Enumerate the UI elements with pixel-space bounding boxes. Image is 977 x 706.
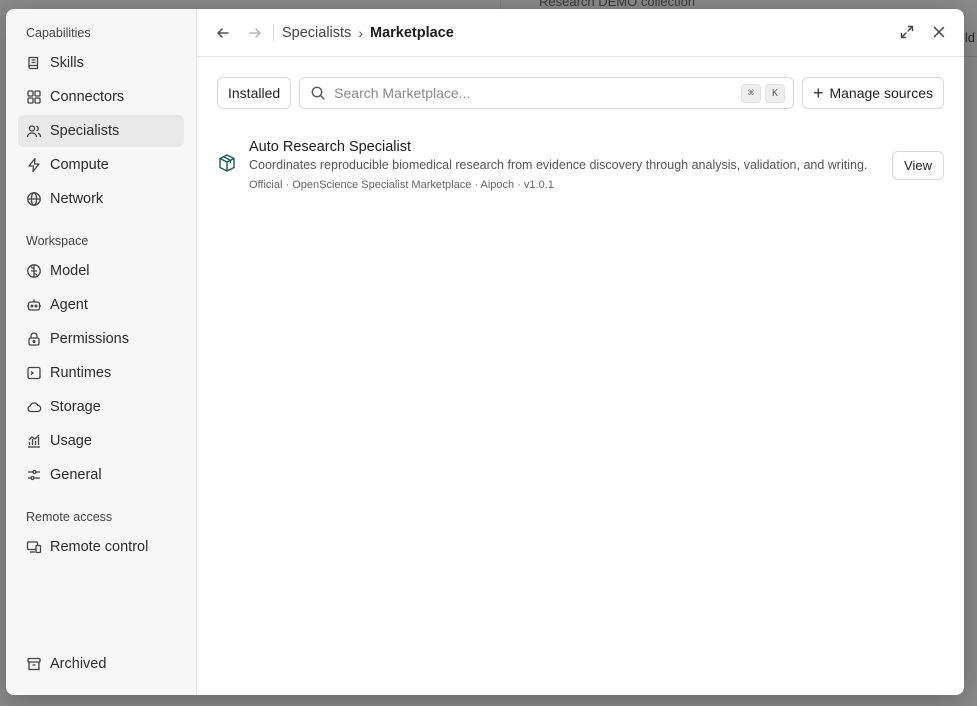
lock-icon (26, 331, 42, 347)
toolbar-divider (273, 24, 274, 41)
breadcrumb-separator: › (358, 24, 363, 41)
sidebar-item-archived[interactable]: Archived (18, 648, 184, 680)
marketplace-toolbar: Installed ⌘ K + Manage sources (217, 77, 944, 109)
grid-icon (26, 89, 42, 105)
sidebar-item-storage[interactable]: Storage (18, 391, 184, 423)
sidebar-item-label: Agent (50, 297, 88, 313)
arrow-left-icon (216, 27, 229, 38)
sidebar: Capabilities Skills Connectors Specialis… (6, 9, 197, 695)
background-text-right: ld (964, 30, 975, 45)
breadcrumb-marketplace: Marketplace (369, 24, 454, 41)
sidebar-item-permissions[interactable]: Permissions (18, 323, 184, 355)
sidebar-item-label: Runtimes (50, 365, 112, 381)
sidebar-item-label: Connectors (50, 89, 125, 105)
section-label-capabilities: Capabilities (26, 26, 91, 40)
sidebar-item-label: Compute (50, 157, 109, 173)
devices-icon (26, 539, 42, 555)
chart-icon (26, 433, 42, 449)
bolt-icon (26, 157, 42, 173)
forward-button[interactable] (243, 21, 267, 45)
section-label-remote-access: Remote access (26, 510, 113, 524)
view-button[interactable]: View (892, 151, 944, 180)
robot-icon (26, 297, 42, 313)
breadcrumb-specialists[interactable]: Specialists (282, 25, 351, 41)
expand-icon (900, 25, 914, 39)
background-text: Research DEMO collection (539, 0, 696, 9)
sidebar-item-label: Archived (50, 656, 107, 672)
sidebar-item-label: Skills (50, 55, 84, 71)
globe-icon (26, 191, 42, 207)
sidebar-item-label: General (50, 467, 102, 483)
sidebar-item-label: Network (50, 191, 104, 207)
kbd-k: K (764, 84, 785, 103)
breadcrumb: Specialists › Marketplace (282, 25, 454, 41)
keyboard-shortcut: ⌘ K (740, 84, 785, 103)
close-button[interactable] (928, 21, 950, 43)
arrow-right-icon (249, 27, 262, 38)
plus-icon: + (812, 83, 824, 103)
top-bar: Specialists › Marketplace (197, 9, 964, 57)
users-icon (26, 123, 42, 139)
close-icon (933, 26, 945, 38)
sidebar-item-remote-control[interactable]: Remote control (18, 531, 184, 563)
settings-modal: Capabilities Skills Connectors Specialis… (6, 9, 964, 695)
search-icon (311, 86, 325, 100)
package-icon (217, 153, 237, 173)
item-description: Coordinates reproducible biomedical rese… (249, 158, 868, 172)
sidebar-item-agent[interactable]: Agent (18, 289, 184, 321)
item-meta: Official · OpenScience Specialist Market… (249, 179, 554, 191)
sidebar-item-compute[interactable]: Compute (18, 149, 184, 181)
list-item: Auto Research Specialist Coordinates rep… (217, 137, 944, 197)
sidebar-item-label: Usage (50, 433, 92, 449)
manage-sources-label: Manage sources (829, 85, 933, 101)
cloud-icon (26, 399, 42, 415)
kbd-command: ⌘ (740, 84, 761, 103)
search-input[interactable] (334, 85, 715, 101)
sidebar-item-label: Permissions (50, 331, 129, 347)
sidebar-item-model[interactable]: Model (18, 255, 184, 287)
book-icon (26, 55, 42, 71)
sidebar-item-network[interactable]: Network (18, 183, 184, 215)
sidebar-item-runtimes[interactable]: Runtimes (18, 357, 184, 389)
item-title: Auto Research Specialist (249, 139, 411, 155)
search-box: ⌘ K (299, 77, 794, 109)
back-button[interactable] (211, 21, 235, 45)
sidebar-item-label: Remote control (50, 539, 149, 555)
installed-button[interactable]: Installed (217, 77, 292, 109)
sidebar-item-usage[interactable]: Usage (18, 425, 184, 457)
sidebar-item-label: Model (50, 263, 90, 279)
sidebar-item-label: Storage (50, 399, 101, 415)
brain-icon (26, 263, 42, 279)
sidebar-item-connectors[interactable]: Connectors (18, 81, 184, 113)
section-label-workspace: Workspace (26, 234, 89, 248)
sidebar-item-label: Specialists (50, 123, 120, 139)
terminal-icon (26, 365, 42, 381)
sliders-icon (26, 467, 42, 483)
sidebar-item-specialists[interactable]: Specialists (18, 115, 184, 147)
sidebar-item-skills[interactable]: Skills (18, 47, 184, 79)
manage-sources-button[interactable]: + Manage sources (801, 77, 944, 109)
main-panel: Specialists › Marketplace Installed ⌘ (197, 9, 964, 695)
archive-icon (26, 656, 42, 672)
expand-button[interactable] (896, 21, 918, 43)
sidebar-item-general[interactable]: General (18, 459, 184, 491)
